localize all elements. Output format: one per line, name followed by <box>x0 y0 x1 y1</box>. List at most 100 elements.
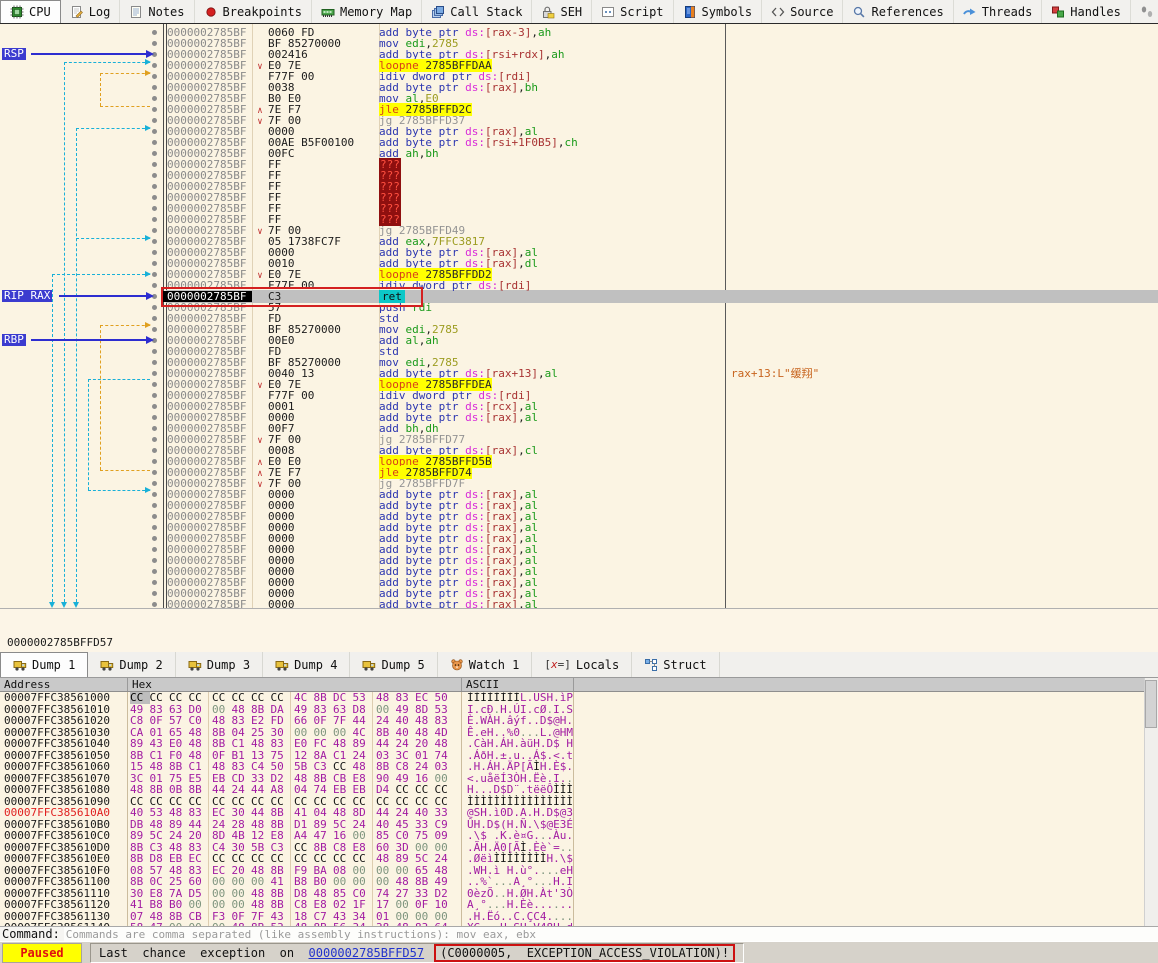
register-label-rsp: RSP <box>2 48 26 60</box>
tab-references[interactable]: References <box>843 0 953 23</box>
tab-label: Dump 5 <box>381 658 424 672</box>
tab-label: References <box>871 5 943 19</box>
tab-dump-1[interactable]: Dump 1 <box>0 652 88 677</box>
breakpoint-dot[interactable] <box>0 467 163 478</box>
breakpoint-dot[interactable] <box>0 225 163 236</box>
breakpoint-dot[interactable] <box>0 368 163 379</box>
breakpoint-dot[interactable] <box>0 423 163 434</box>
exception-address-link[interactable]: 0000002785BFFD57 <box>309 946 425 960</box>
breakpoint-dot[interactable] <box>0 401 163 412</box>
breakpoint-dot[interactable] <box>0 181 163 192</box>
breakpoint-dot[interactable] <box>0 236 163 247</box>
breakpoint-dot[interactable] <box>0 533 163 544</box>
breakpoint-dot[interactable] <box>0 500 163 511</box>
tab-watch-1[interactable]: Watch 1 <box>438 652 533 677</box>
breakpoint-dot[interactable] <box>0 60 163 71</box>
tab-label: Dump 3 <box>207 658 250 672</box>
breakpoint-dot[interactable] <box>0 434 163 445</box>
instruction-comment <box>725 489 1158 500</box>
tab-cpu[interactable]: CPU <box>0 0 61 23</box>
breakpoint-dot[interactable] <box>0 137 163 148</box>
breakpoint-dot[interactable] <box>0 489 163 500</box>
tab-dump-2[interactable]: Dump 2 <box>88 652 175 677</box>
breakpoint-dot[interactable] <box>0 192 163 203</box>
tab-log[interactable]: Log <box>61 0 121 23</box>
command-input[interactable] <box>64 927 1158 942</box>
tab-notes[interactable]: Notes <box>120 0 194 23</box>
exception-code-annotation: (C0000005, EXCEPTION_ACCESS_VIOLATION)! <box>434 944 735 962</box>
breakpoint-dot[interactable] <box>0 346 163 357</box>
breakpoint-dot[interactable] <box>0 357 163 368</box>
breakpoint-dot[interactable] <box>0 159 163 170</box>
script-icon <box>601 5 615 19</box>
breakpoint-dot[interactable] <box>0 258 163 269</box>
breakpoint-dot[interactable] <box>0 566 163 577</box>
instruction-comment <box>725 544 1158 555</box>
tab-trace[interactable]: Trace <box>1131 0 1158 23</box>
dump-row[interactable]: 00007FFC385611405847000000488B53488B5634… <box>0 922 1144 926</box>
instruction-text: idiv dword ptr ds:[rdi] <box>379 280 725 291</box>
breakpoint-dot[interactable] <box>0 27 163 38</box>
tab-label: Struct <box>663 658 706 672</box>
breakpoint-dot[interactable] <box>0 544 163 555</box>
breakpoint-dot[interactable] <box>0 511 163 522</box>
breakpoint-dot[interactable] <box>0 577 163 588</box>
tab-handles[interactable]: Handles <box>1042 0 1131 23</box>
breakpoint-dot[interactable] <box>0 599 163 608</box>
breakpoint-dot[interactable] <box>0 247 163 258</box>
tab-memory-map[interactable]: Memory Map <box>312 0 422 23</box>
tab-breakpoints[interactable]: Breakpoints <box>195 0 312 23</box>
breakpoint-dot[interactable] <box>0 456 163 467</box>
tab-call-stack[interactable]: Call Stack <box>422 0 532 23</box>
breakpoint-dot[interactable] <box>0 71 163 82</box>
dump-hex-bytes: 8BD8EBECCCCCCCCCCCCCCCCC48895C24 <box>127 853 462 865</box>
breakpoint-dot[interactable] <box>0 412 163 423</box>
tab-dump-5[interactable]: Dump 5 <box>350 652 437 677</box>
breakpoint-dot[interactable] <box>0 478 163 489</box>
disasm-row[interactable]: 0000002785BF0000add byte ptr ds:[rax],al <box>0 599 1158 608</box>
command-label: Command: <box>2 927 60 941</box>
breakpoint-dot[interactable] <box>0 379 163 390</box>
dump-tab-bar: Dump 1Dump 2 Dump 3 Dump 4 Dump 5 Watch 1[x=… <box>0 652 1158 678</box>
dump-hex-bytes: 5847000000488B53488B563438488364 <box>127 922 462 926</box>
breakpoint-dot[interactable] <box>0 126 163 137</box>
breakpoint-dot[interactable] <box>0 203 163 214</box>
instruction-comment <box>725 192 1158 203</box>
breakpoint-dot[interactable] <box>0 104 163 115</box>
breakpoint-dot[interactable] <box>0 313 163 324</box>
dump-scrollbar[interactable] <box>1144 678 1158 926</box>
breakpoint-dot[interactable] <box>0 522 163 533</box>
breakpoint-dot[interactable] <box>0 302 163 313</box>
scrollbar-thumb[interactable] <box>1145 680 1157 728</box>
tab-symbols[interactable]: Symbols <box>674 0 763 23</box>
dump-panel[interactable]: Address Hex ASCII 00007FFC38561000CCCCCC… <box>0 678 1158 926</box>
tab-dump-4[interactable]: Dump 4 <box>263 652 350 677</box>
breakpoint-dot[interactable] <box>0 82 163 93</box>
breakpoint-dot[interactable] <box>0 445 163 456</box>
breakpoint-dot[interactable] <box>0 555 163 566</box>
tab-struct[interactable]: Struct <box>632 652 719 677</box>
tab-dump-3[interactable]: Dump 3 <box>176 652 263 677</box>
breakpoint-dot[interactable] <box>0 148 163 159</box>
breakpoint-dot[interactable] <box>0 115 163 126</box>
instruction-text: push rdi <box>379 302 725 313</box>
breakpoint-dot[interactable] <box>0 214 163 225</box>
tab-source[interactable]: Source <box>762 0 843 23</box>
dump-address: 00007FFC38561000 <box>0 692 127 704</box>
breakpoint-dot[interactable] <box>0 269 163 280</box>
breakpoint-dot[interactable] <box>0 588 163 599</box>
breakpoint-dot[interactable] <box>0 93 163 104</box>
tab-script[interactable]: Script <box>592 0 673 23</box>
info-address: 0000002785BFFD57 <box>7 636 113 649</box>
breakpoint-dot[interactable] <box>0 170 163 181</box>
tab-label: Memory Map <box>340 5 412 19</box>
tab-threads[interactable]: Threads <box>954 0 1043 23</box>
instruction-comment <box>725 335 1158 346</box>
tab-locals[interactable]: [x=]Locals <box>532 652 632 677</box>
disassembly-panel[interactable]: 0000002785BF0060 FDadd byte ptr ds:[rax-… <box>0 24 1158 608</box>
instruction-comment <box>725 511 1158 522</box>
instruction-text: add byte ptr ds:[rax],al <box>379 599 725 608</box>
tab-seh[interactable]: SEH <box>532 0 592 23</box>
instruction-comment <box>725 258 1158 269</box>
breakpoint-dot[interactable] <box>0 390 163 401</box>
